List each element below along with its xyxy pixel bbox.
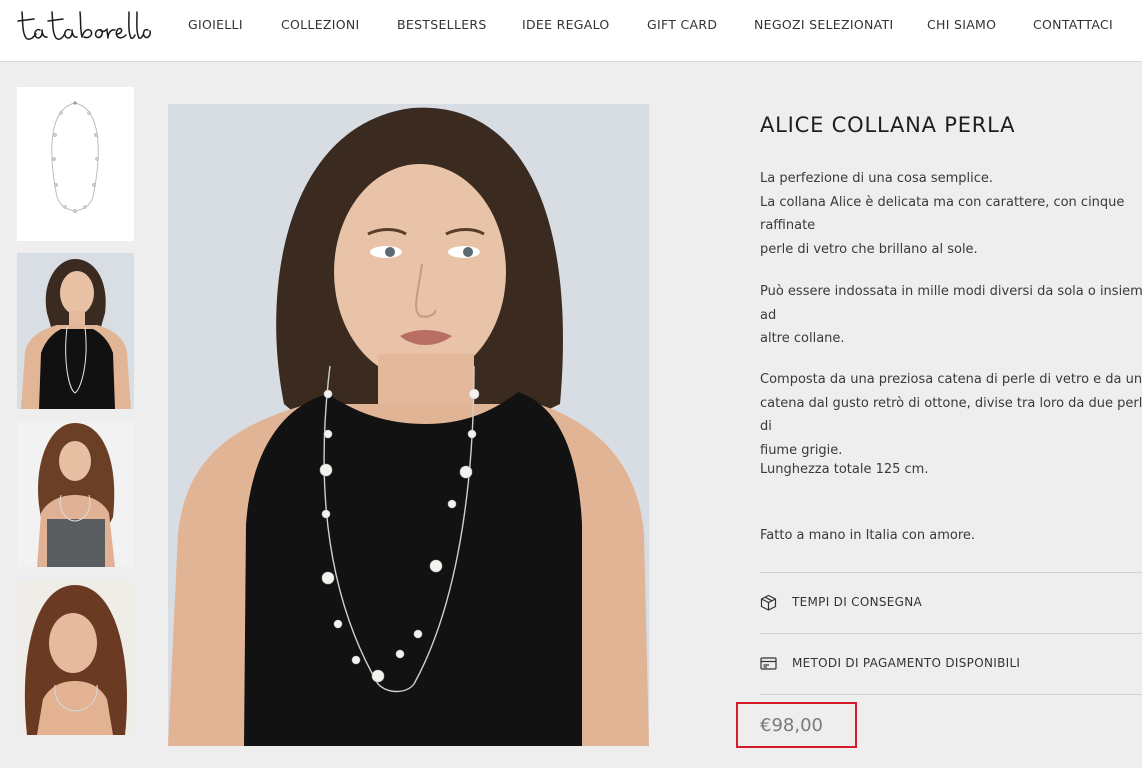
model-portrait-image <box>17 253 134 409</box>
main-product-image[interactable] <box>168 104 649 746</box>
box-icon <box>760 594 777 611</box>
thumbnail-model-2[interactable] <box>17 421 134 567</box>
thumbnail-necklace[interactable] <box>17 87 134 241</box>
divider <box>760 694 1142 695</box>
thumbnail-model-3[interactable] <box>17 581 134 735</box>
nav-item-collezioni[interactable]: COLLEZIONI <box>281 17 360 32</box>
brand-logo[interactable] <box>16 8 152 44</box>
accordion-payment-methods[interactable]: METODI DI PAGAMENTO DISPONIBILI <box>760 643 1142 683</box>
nav-item-gioielli[interactable]: GIOIELLI <box>188 17 243 32</box>
accordion-delivery-times[interactable]: TEMPI DI CONSEGNA <box>760 582 1142 622</box>
site-header: GIOIELLI COLLEZIONI BESTSELLERS IDEE REG… <box>0 0 1142 62</box>
model-portrait-image <box>17 421 134 567</box>
description-paragraph-4: Lunghezza totale 125 cm. <box>760 462 929 477</box>
card-icon <box>760 657 777 670</box>
necklace-product-image <box>17 87 134 241</box>
product-price: €98,00 <box>760 715 823 736</box>
description-paragraph-2: Può essere indossata in mille modi diver… <box>760 284 1142 346</box>
nav-item-negozi-selezionati[interactable]: NEGOZI SELEZIONATI <box>754 17 893 32</box>
description-paragraph-1: La perfezione di una cosa semplice. La c… <box>760 171 1125 257</box>
product-title: ALICE COLLANA PERLA <box>760 113 1016 137</box>
nav-item-contattaci[interactable]: CONTATTACI <box>1033 17 1113 32</box>
nav-item-idee-regalo[interactable]: IDEE REGALO <box>522 17 610 32</box>
accordion-label-payment: METODI DI PAGAMENTO DISPONIBILI <box>792 656 1021 670</box>
description-paragraph-5: Fatto a mano in Italia con amore. <box>760 528 976 543</box>
model-wearing-necklace-image <box>168 104 649 746</box>
divider <box>760 633 1142 634</box>
divider <box>760 572 1142 573</box>
nav-item-bestsellers[interactable]: BESTSELLERS <box>397 17 487 32</box>
nav-item-chi-siamo[interactable]: CHI SIAMO <box>927 17 996 32</box>
description-paragraph-3: Composta da una preziosa catena di perle… <box>760 372 1142 458</box>
nav-item-gift-card[interactable]: GIFT CARD <box>647 17 717 32</box>
price-highlight-box: €98,00 <box>736 702 857 748</box>
accordion-label-delivery: TEMPI DI CONSEGNA <box>792 595 923 609</box>
thumbnail-model-1[interactable] <box>17 253 134 409</box>
model-portrait-image <box>17 581 134 735</box>
